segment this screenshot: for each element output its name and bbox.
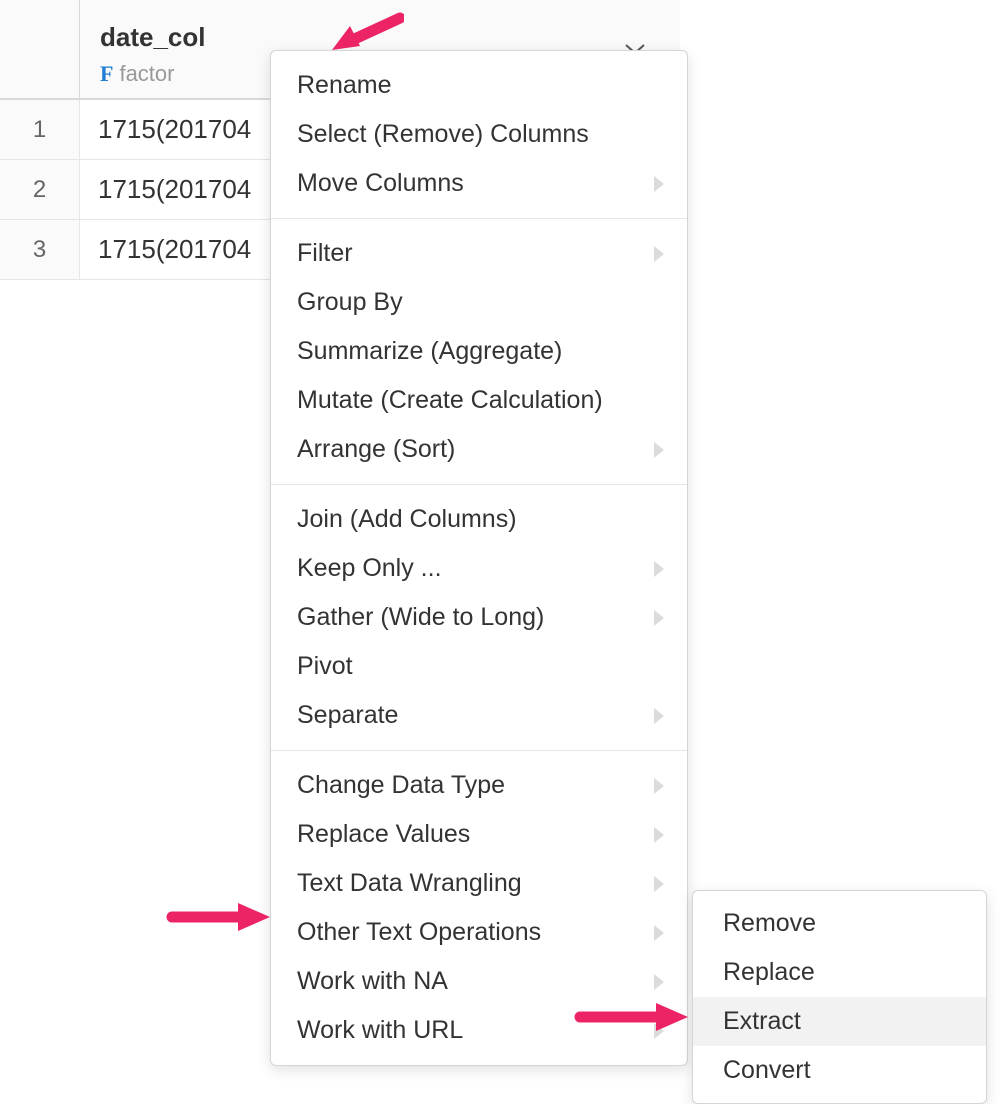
menu-item-text-data-wrangling[interactable]: Text Data Wrangling [271, 859, 687, 908]
submenu-item-label: Extract [723, 1007, 801, 1036]
submenu-arrow-icon [653, 610, 665, 626]
menu-item-label: Pivot [297, 652, 353, 681]
menu-item-label: Work with NA [297, 967, 448, 996]
menu-item-join-add-columns[interactable]: Join (Add Columns) [271, 495, 687, 544]
menu-group: Rename Select (Remove) Columns Move Column… [271, 51, 687, 219]
submenu-arrow-icon [653, 561, 665, 577]
menu-item-label: Summarize (Aggregate) [297, 337, 562, 366]
menu-item-label: Arrange (Sort) [297, 435, 455, 464]
menu-item-label: Gather (Wide to Long) [297, 603, 544, 632]
menu-item-group-by[interactable]: Group By [271, 278, 687, 327]
submenu-arrow-icon [653, 176, 665, 192]
annotation-arrow-icon [326, 8, 404, 56]
cell-value: 1715(201704 [80, 234, 251, 265]
submenu-item-replace[interactable]: Replace [693, 948, 986, 997]
menu-item-label: Filter [297, 239, 353, 268]
menu-item-label: Group By [297, 288, 403, 317]
factor-icon: F [100, 61, 113, 87]
menu-item-rename[interactable]: Rename [271, 61, 687, 110]
submenu-item-extract[interactable]: Extract [693, 997, 986, 1046]
menu-group: Join (Add Columns) Keep Only ... Gather (W… [271, 485, 687, 751]
submenu-item-remove[interactable]: Remove [693, 899, 986, 948]
menu-item-replace-values[interactable]: Replace Values [271, 810, 687, 859]
menu-item-mutate-create-calculation[interactable]: Mutate (Create Calculation) [271, 376, 687, 425]
submenu-item-label: Replace [723, 958, 815, 987]
menu-item-label: Text Data Wrangling [297, 869, 522, 898]
menu-item-label: Move Columns [297, 169, 464, 198]
menu-item-other-text-operations[interactable]: Other Text Operations [271, 908, 687, 957]
menu-item-label: Join (Add Columns) [297, 505, 517, 534]
column-context-menu: Rename Select (Remove) Columns Move Column… [270, 50, 688, 1066]
submenu-arrow-icon [653, 708, 665, 724]
menu-item-label: Other Text Operations [297, 918, 541, 947]
submenu-arrow-icon [653, 442, 665, 458]
row-number: 2 [0, 160, 80, 219]
cell-value: 1715(201704 [80, 114, 251, 145]
menu-item-summarize-aggregate[interactable]: Summarize (Aggregate) [271, 327, 687, 376]
menu-item-select-remove-columns[interactable]: Select (Remove) Columns [271, 110, 687, 159]
menu-item-arrange-sort[interactable]: Arrange (Sort) [271, 425, 687, 474]
submenu-arrow-icon [653, 827, 665, 843]
text-wrangling-submenu: Remove Replace Extract Convert [692, 890, 987, 1104]
row-number-header [0, 0, 80, 98]
menu-group: Filter Group By Summarize (Aggregate) Mutat… [271, 219, 687, 485]
submenu-arrow-icon [653, 246, 665, 262]
menu-item-label: Select (Remove) Columns [297, 120, 589, 149]
submenu-item-label: Convert [723, 1056, 811, 1085]
menu-item-pivot[interactable]: Pivot [271, 642, 687, 691]
submenu-item-convert[interactable]: Convert [693, 1046, 986, 1095]
submenu-arrow-icon [653, 876, 665, 892]
annotation-arrow-icon [166, 895, 276, 939]
menu-item-label: Replace Values [297, 820, 470, 849]
menu-item-filter[interactable]: Filter [271, 229, 687, 278]
menu-item-label: Mutate (Create Calculation) [297, 386, 603, 415]
row-number: 3 [0, 220, 80, 279]
submenu-arrow-icon [653, 778, 665, 794]
annotation-arrow-icon [574, 995, 694, 1039]
menu-item-label: Work with URL [297, 1016, 463, 1045]
menu-item-label: Separate [297, 701, 398, 730]
menu-item-keep-only[interactable]: Keep Only ... [271, 544, 687, 593]
cell-value: 1715(201704 [80, 174, 251, 205]
submenu-arrow-icon [653, 974, 665, 990]
row-number: 1 [0, 100, 80, 159]
menu-item-gather-wide-to-long[interactable]: Gather (Wide to Long) [271, 593, 687, 642]
column-type-label: factor [119, 61, 174, 87]
chevron-down-icon[interactable] [624, 34, 646, 46]
menu-item-label: Rename [297, 71, 392, 100]
submenu-item-label: Remove [723, 909, 816, 938]
menu-item-change-data-type[interactable]: Change Data Type [271, 761, 687, 810]
menu-item-move-columns[interactable]: Move Columns [271, 159, 687, 208]
submenu-arrow-icon [653, 925, 665, 941]
menu-item-label: Keep Only ... [297, 554, 442, 583]
menu-item-label: Change Data Type [297, 771, 505, 800]
menu-item-separate[interactable]: Separate [271, 691, 687, 740]
